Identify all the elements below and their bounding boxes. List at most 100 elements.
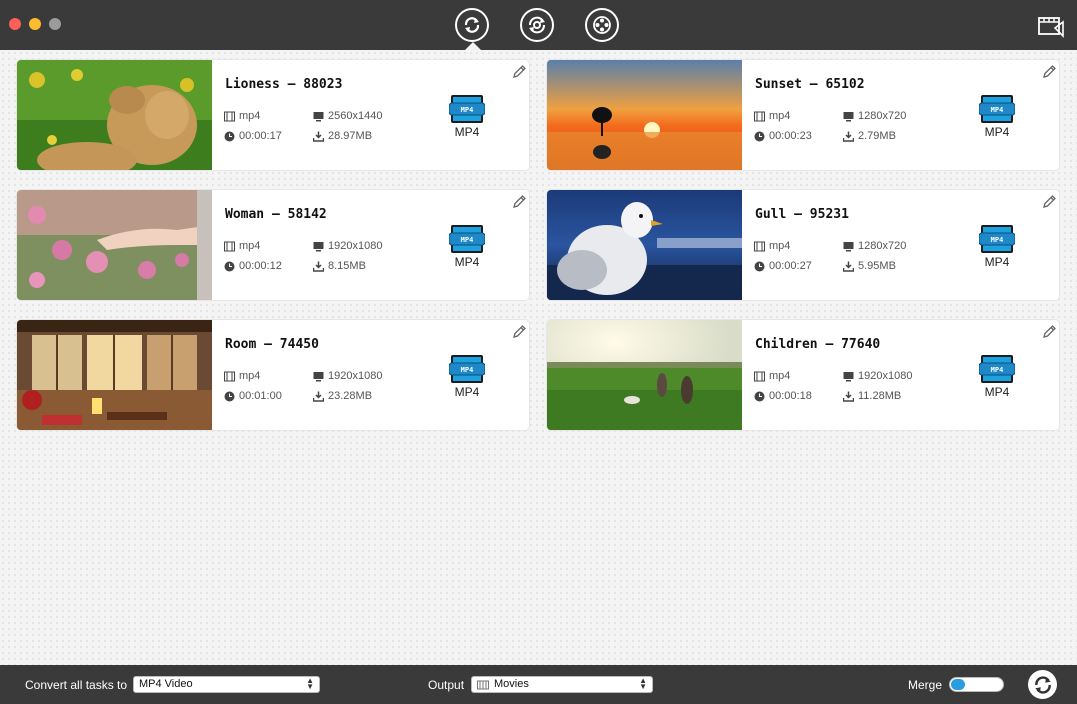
format-value: mp4 [769, 240, 791, 252]
format-value: mp4 [239, 240, 261, 252]
merge-label: Merge [908, 678, 943, 692]
merge-toggle[interactable] [949, 677, 1004, 692]
video-thumbnail[interactable] [547, 320, 742, 430]
output-format-button[interactable]: MP4 MP4 [449, 94, 485, 142]
format-value: mp4 [239, 110, 261, 122]
download-icon [313, 391, 324, 402]
compress-tab[interactable] [520, 8, 554, 42]
clock-icon [224, 261, 235, 271]
task-card[interactable]: Woman – 58142 mp4 1920x1080 00:00:12 8.1… [17, 190, 529, 300]
bottom-bar: Convert all tasks to MP4 Video ▲ ▼ Output… [0, 665, 1077, 704]
filesize-info: 2.79MB [843, 130, 896, 142]
resolution-info: 1280x720 [843, 110, 906, 122]
task-card[interactable]: Children – 77640 mp4 1920x1080 00:00:18 … [547, 320, 1059, 430]
output-label: Output [428, 678, 465, 692]
video-title: Lioness – 88023 [225, 77, 343, 92]
filesize-value: 23.28MB [328, 390, 373, 402]
clock-icon [754, 261, 765, 271]
duration-value: 00:00:27 [769, 260, 812, 272]
resolution-info: 2560x1440 [313, 110, 382, 122]
gear-refresh-icon [529, 16, 545, 34]
window-close-button[interactable] [9, 18, 21, 30]
film-icon [754, 111, 765, 121]
window-zoom-button[interactable] [49, 18, 61, 30]
toggle-knob [951, 679, 965, 690]
media-library-icon[interactable] [1037, 14, 1065, 38]
task-card[interactable]: Sunset – 65102 mp4 1280x720 00:00:23 2.7… [547, 60, 1059, 170]
mp4-file-icon: MP4 [449, 95, 485, 123]
window-minimize-button[interactable] [29, 18, 41, 30]
video-title: Room – 74450 [225, 337, 319, 352]
title-bar [0, 0, 1077, 50]
pencil-edit-icon[interactable] [511, 324, 527, 340]
format-info: mp4 [224, 240, 260, 252]
film-icon [224, 371, 235, 381]
output-folder-select[interactable]: Movies ▲ ▼ [471, 676, 653, 693]
video-thumbnail[interactable] [17, 190, 212, 300]
svg-text:MP4: MP4 [461, 106, 474, 114]
format-value: mp4 [769, 370, 791, 382]
output-format-label: MP4 [454, 385, 480, 399]
duration-value: 00:00:12 [239, 260, 282, 272]
video-title: Gull – 95231 [755, 207, 849, 222]
monitor-icon [843, 111, 854, 121]
output-format-button[interactable]: MP4 MP4 [979, 354, 1015, 402]
pencil-edit-icon[interactable] [511, 194, 527, 210]
duration-value: 00:00:18 [769, 390, 812, 402]
monitor-icon [313, 241, 324, 251]
pencil-edit-icon[interactable] [1041, 194, 1057, 210]
duration-value: 00:00:17 [239, 130, 282, 142]
task-card[interactable]: Lioness – 88023 mp4 2560x1440 00:00:17 2… [17, 60, 529, 170]
video-title: Children – 77640 [755, 337, 881, 352]
output-format-button[interactable]: MP4 MP4 [979, 94, 1015, 142]
convert-format-select[interactable]: MP4 Video ▲ ▼ [133, 676, 320, 693]
filesize-info: 8.15MB [313, 260, 366, 272]
format-value: mp4 [769, 110, 791, 122]
film-reel-icon [593, 16, 611, 34]
monitor-icon [313, 371, 324, 381]
video-thumbnail[interactable] [17, 320, 212, 430]
svg-text:MP4: MP4 [991, 106, 1004, 114]
format-info: mp4 [224, 110, 260, 122]
output-format-label: MP4 [984, 385, 1010, 399]
duration-value: 00:00:23 [769, 130, 812, 142]
format-info: mp4 [754, 370, 790, 382]
output-format-button[interactable]: MP4 MP4 [449, 224, 485, 272]
video-thumbnail[interactable] [547, 60, 742, 170]
filesize-value: 5.95MB [858, 260, 896, 272]
pencil-edit-icon[interactable] [511, 64, 527, 80]
resolution-info: 1280x720 [843, 240, 906, 252]
convert-tab[interactable] [455, 8, 489, 42]
video-thumbnail[interactable] [17, 60, 212, 170]
filesize-info: 23.28MB [313, 390, 372, 402]
mp4-file-icon: MP4 [449, 225, 485, 253]
record-tab[interactable] [585, 8, 619, 42]
select-arrows-icon: ▲ ▼ [306, 676, 314, 691]
monitor-icon [843, 371, 854, 381]
output-format-label: MP4 [984, 255, 1010, 269]
output-format-button[interactable]: MP4 MP4 [979, 224, 1015, 272]
folder-icon [477, 680, 489, 689]
mp4-file-icon: MP4 [979, 95, 1015, 123]
output-format-label: MP4 [984, 125, 1010, 139]
download-icon [843, 131, 854, 142]
task-list-area: Lioness – 88023 mp4 2560x1440 00:00:17 2… [0, 50, 1077, 665]
task-card[interactable]: Room – 74450 mp4 1920x1080 00:01:00 23.2… [17, 320, 529, 430]
task-card[interactable]: Gull – 95231 mp4 1280x720 00:00:27 5.95M… [547, 190, 1059, 300]
pencil-edit-icon[interactable] [1041, 324, 1057, 340]
convert-all-button[interactable] [1028, 670, 1057, 699]
video-thumbnail[interactable] [547, 190, 742, 300]
download-icon [313, 261, 324, 272]
video-title: Sunset – 65102 [755, 77, 865, 92]
resolution-info: 1920x1080 [313, 370, 382, 382]
output-format-button[interactable]: MP4 MP4 [449, 354, 485, 402]
clock-icon [224, 131, 235, 141]
monitor-icon [313, 111, 324, 121]
convert-arrows-icon [464, 17, 480, 33]
pencil-edit-icon[interactable] [1041, 64, 1057, 80]
resolution-value: 1920x1080 [328, 240, 383, 252]
resolution-value: 1920x1080 [858, 370, 913, 382]
resolution-value: 1280x720 [858, 240, 907, 252]
duration-info: 00:00:23 [754, 130, 812, 142]
filesize-value: 2.79MB [858, 130, 896, 142]
